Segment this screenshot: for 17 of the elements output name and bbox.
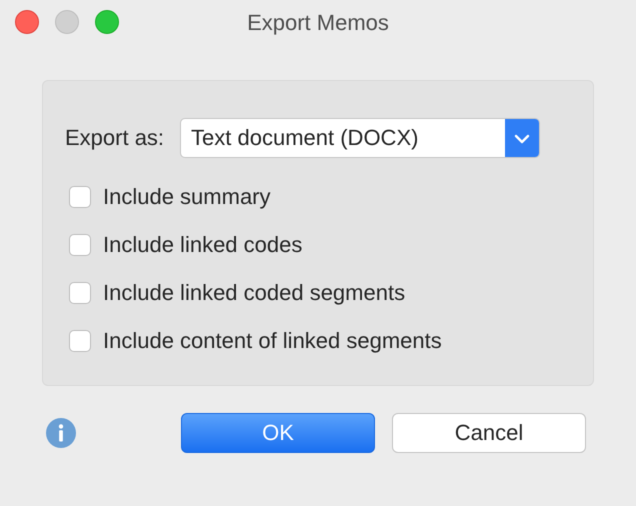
close-button[interactable] [15,10,39,34]
format-dropdown[interactable]: Text document (DOCX) [180,118,540,158]
checkbox[interactable] [69,234,91,256]
option-label: Include summary [103,184,271,210]
checkbox[interactable] [69,282,91,304]
checkbox[interactable] [69,330,91,352]
window-title: Export Memos [247,10,389,36]
cancel-button[interactable]: Cancel [392,413,586,453]
export-label: Export as: [65,125,164,151]
zoom-button[interactable] [95,10,119,34]
option-label: Include linked codes [103,232,302,258]
option-label: Include linked coded segments [103,280,406,306]
option-label: Include content of linked segments [103,328,442,354]
checkbox[interactable] [69,186,91,208]
info-icon[interactable] [46,417,76,449]
minimize-button[interactable] [55,10,79,34]
chevron-icon [505,119,540,157]
